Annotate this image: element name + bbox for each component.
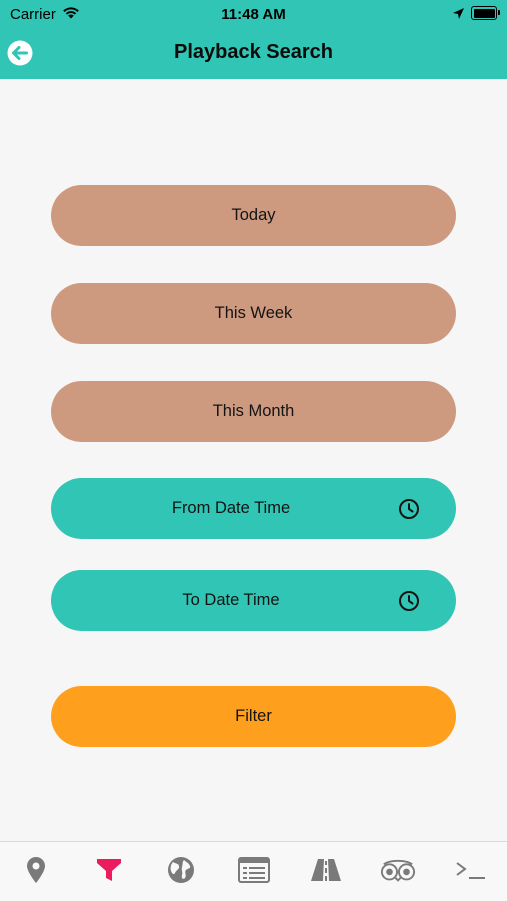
this-week-label: This Week	[214, 304, 293, 322]
from-date-time-label: From Date Time	[171, 499, 291, 517]
tab-road[interactable]	[308, 855, 344, 885]
battery-icon	[471, 6, 497, 20]
terminal-icon	[456, 862, 485, 879]
to-date-time-label: To Date Time	[182, 591, 280, 609]
clock-time: 11:48 AM	[221, 6, 286, 23]
tab-filter[interactable]	[91, 855, 127, 885]
page-title: Playback Search	[174, 41, 333, 63]
top-bar: Carrier 11:48 AM Playback Search	[0, 0, 507, 79]
tab-tripadvisor[interactable]	[380, 855, 416, 885]
road-icon	[311, 859, 341, 881]
filter-icon	[97, 859, 121, 881]
tab-globe[interactable]	[163, 855, 199, 885]
today-button[interactable]: Today	[51, 185, 456, 246]
from-date-time-button[interactable]: From Date Time	[51, 478, 456, 539]
filter-label: Filter	[235, 707, 272, 725]
battery-tip	[498, 10, 500, 15]
status-bar: Carrier 11:48 AM	[0, 0, 507, 28]
tab-list[interactable]	[236, 855, 272, 885]
tripadvisor-icon	[380, 859, 416, 882]
clock-icon	[399, 591, 419, 611]
map-pin-icon	[27, 857, 45, 883]
tab-map[interactable]	[18, 855, 54, 885]
today-label: Today	[231, 206, 276, 224]
tab-bar	[0, 841, 507, 901]
this-month-label: This Month	[212, 402, 295, 420]
location-arrow-icon	[453, 8, 464, 19]
this-month-button[interactable]: This Month	[51, 381, 456, 442]
this-week-button[interactable]: This Week	[51, 283, 456, 344]
globe-icon	[168, 857, 194, 883]
to-date-time-button[interactable]: To Date Time	[51, 570, 456, 631]
filter-button[interactable]: Filter	[51, 686, 456, 747]
list-icon	[238, 857, 270, 883]
tab-terminal[interactable]	[453, 855, 489, 885]
clock-icon	[399, 499, 419, 519]
